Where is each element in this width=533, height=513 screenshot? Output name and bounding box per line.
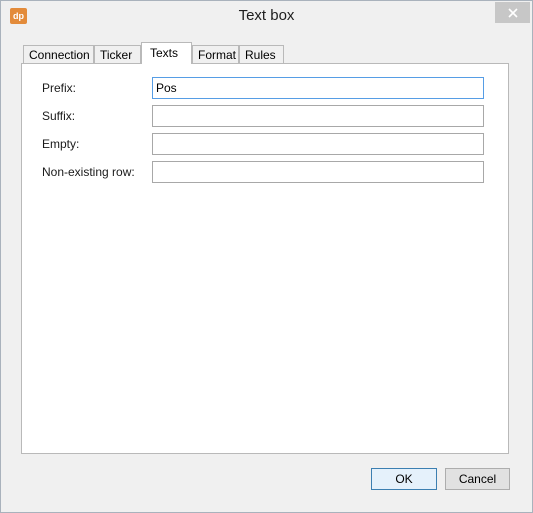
cancel-button[interactable]: Cancel [445,468,510,490]
non-existing-row-label: Non-existing row: [42,165,135,179]
suffix-field[interactable] [152,105,484,127]
tab-label: Rules [245,48,276,62]
tab-label: Connection [29,48,90,62]
ok-button[interactable]: OK [371,468,437,490]
tab-texts[interactable]: Texts [141,42,192,64]
tab-ticker[interactable]: Ticker [94,45,141,64]
close-icon [507,7,518,18]
window-title: Text box [238,7,295,24]
suffix-label: Suffix: [42,109,76,123]
prefix-field[interactable] [152,77,484,99]
tab-label: Format [198,48,237,62]
tab-connection[interactable]: Connection [23,45,94,64]
empty-field[interactable] [152,133,484,155]
prefix-label: Prefix: [42,81,77,95]
tab-label: Texts [150,46,179,60]
close-button[interactable] [495,2,530,23]
tab-format[interactable]: Format [192,45,239,64]
dialog-window: dp Text box Connection Ticker Texts Form… [0,0,533,513]
tab-rules[interactable]: Rules [239,45,284,64]
empty-label: Empty: [42,137,80,151]
tab-label: Ticker [100,48,133,62]
non-existing-row-field[interactable] [152,161,484,183]
title-bar: dp Text box [1,1,532,32]
